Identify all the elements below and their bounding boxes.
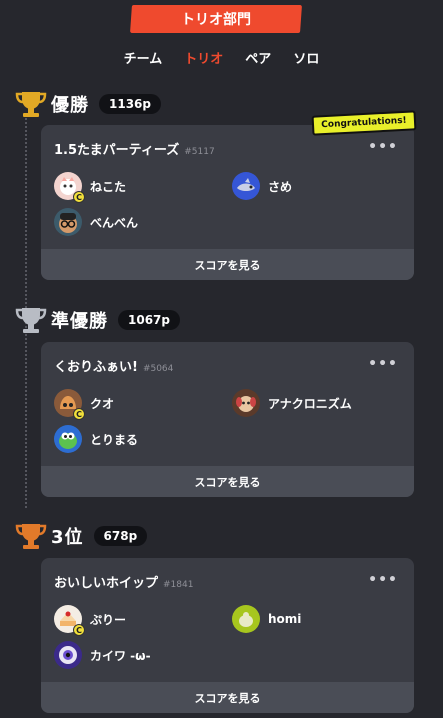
member-name: ねこた [90, 179, 127, 194]
team-card-2nd: くおりふぁい! #5064 ••• C クオ アナクロニズム とりまる スコアを… [41, 342, 414, 497]
team-card-3rd: おいしいホイップ #1841 ••• C ぷりー homi カイワ -ω- スコ… [41, 558, 414, 713]
shark-avatar-icon [232, 172, 260, 200]
team-card-1st: Congratulations! 1.5たまパーティーズ #5117 ••• C… [41, 110, 417, 280]
member-name: homi [268, 612, 302, 626]
tab-pair[interactable]: ペア [245, 48, 271, 67]
team-id: #1841 [163, 580, 194, 590]
member-name: とりまる [90, 432, 139, 447]
glasses-avatar-icon [54, 208, 82, 236]
division-title: トリオ部門 [130, 5, 302, 33]
more-options-icon[interactable]: ••• [368, 139, 398, 155]
cat-avatar-icon: C [54, 172, 85, 203]
team-id: #5117 [184, 147, 215, 157]
place-header-2nd: 準優勝 1067p [15, 304, 180, 336]
team-id: #5064 [142, 364, 174, 374]
tab-team[interactable]: チーム [124, 48, 163, 67]
member-item: カイワ -ω- [54, 640, 232, 670]
member-item: アナクロニズム [232, 388, 410, 418]
more-options-icon[interactable]: ••• [368, 572, 398, 588]
yoshi-avatar-icon [54, 425, 82, 453]
member-item: C クオ [54, 388, 232, 420]
puppy-avatar-icon [232, 389, 260, 417]
team-name: 1.5たまパーティーズ [54, 143, 180, 158]
place-header-1st: 優勝 1136p [15, 88, 161, 120]
tab-solo[interactable]: ソロ [293, 48, 319, 67]
member-name: べんべん [90, 215, 139, 230]
points-badge: 1067p [118, 310, 180, 330]
member-item: C ねこた [54, 171, 232, 203]
captain-badge: C [73, 624, 85, 636]
member-item: さめ [232, 171, 410, 201]
member-item: C ぷりー [54, 604, 232, 636]
member-item: べんべん [54, 207, 232, 237]
squid-avatar-icon: C [54, 389, 85, 420]
view-score-button[interactable]: スコアを見る [41, 249, 414, 280]
bronze-trophy-icon [15, 524, 47, 549]
view-score-button[interactable]: スコアを見る [41, 466, 414, 497]
member-name: カイワ -ω- [90, 648, 151, 663]
member-name: クオ [90, 396, 115, 411]
cake-avatar-icon: C [54, 605, 85, 636]
place-title: 3位 [51, 527, 84, 548]
blob-avatar-icon [232, 605, 260, 633]
gold-trophy-icon [15, 92, 47, 117]
more-options-icon[interactable]: ••• [368, 356, 398, 372]
subtab-bar: チーム トリオ ペア ソロ [0, 48, 443, 67]
place-header-3rd: 3位 678p [15, 520, 148, 552]
captain-badge: C [73, 408, 85, 420]
view-score-button[interactable]: スコアを見る [41, 682, 414, 713]
member-name: アナクロニズム [268, 396, 352, 411]
team-name: おいしいホイップ [54, 576, 159, 591]
points-badge: 1136p [99, 94, 161, 114]
tab-trio[interactable]: トリオ [184, 48, 223, 67]
points-badge: 678p [93, 526, 148, 546]
division-title-label: トリオ部門 [181, 12, 251, 28]
eye-avatar-icon [54, 641, 82, 669]
member-item: とりまる [54, 424, 232, 454]
silver-trophy-icon [15, 308, 47, 333]
place-title: 優勝 [51, 95, 89, 116]
member-item: homi [232, 604, 410, 634]
member-name: さめ [268, 179, 293, 194]
team-name: くおりふぁい! [54, 360, 138, 375]
captain-badge: C [73, 191, 85, 203]
place-title: 準優勝 [51, 311, 108, 332]
member-name: ぷりー [90, 612, 127, 627]
